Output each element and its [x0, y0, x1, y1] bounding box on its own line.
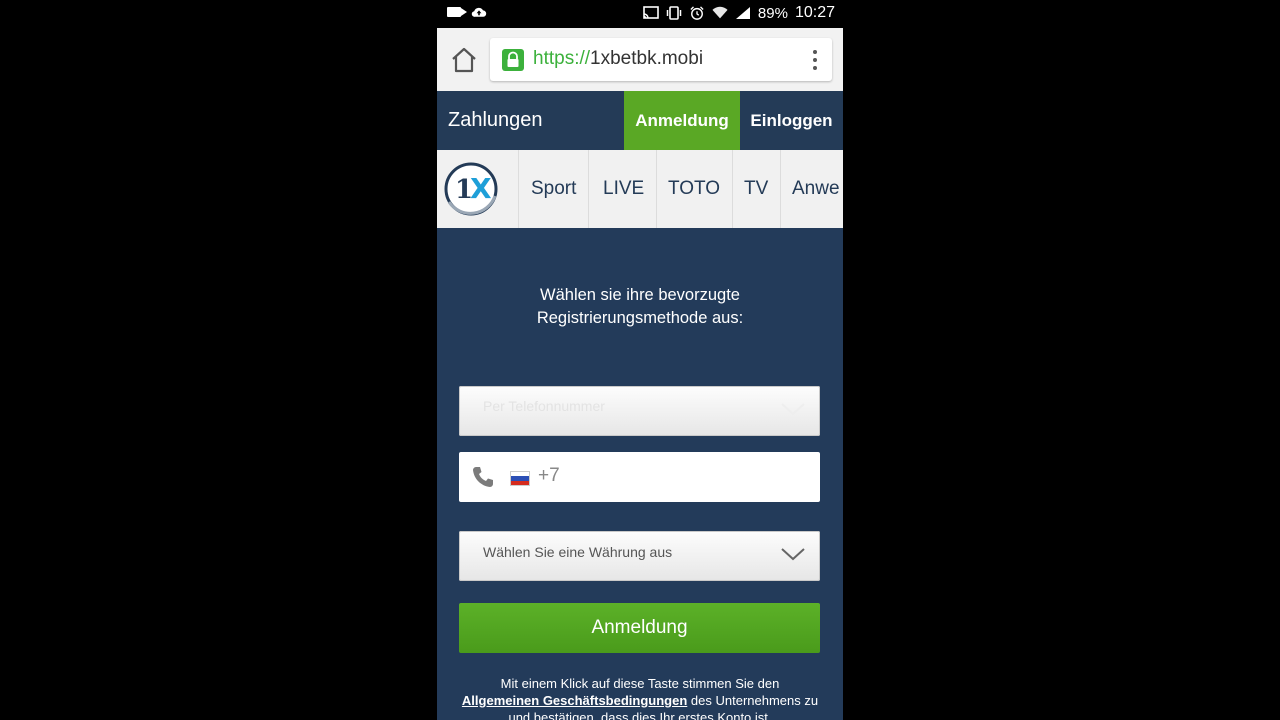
nav-payments-link[interactable]: Zahlungen [448, 109, 543, 132]
currency-select-label: Wählen Sie eine Währung aus [483, 544, 673, 560]
overflow-menu-icon[interactable] [812, 50, 818, 70]
video-camera-icon [447, 7, 467, 17]
battery-level: 89% [757, 4, 788, 22]
vibrate-icon [666, 6, 682, 20]
cloud-upload-icon [471, 7, 487, 17]
register-submit-button[interactable]: Anmeldung [459, 603, 820, 653]
terms-link[interactable]: Allgemeinen Geschäftsbedingungen [462, 693, 687, 708]
registration-headline: Wählen sie ihre bevorzugte Registrierung… [536, 286, 744, 327]
nav-item-tv[interactable]: TV [732, 150, 782, 228]
browser-toolbar: https://1xbetbk.mobi [437, 28, 843, 91]
nav-item-sport[interactable]: Sport [519, 150, 590, 228]
method-select-label: Per Telefonnummer [483, 398, 605, 414]
cast-icon [643, 6, 659, 19]
chevron-down-icon [781, 403, 805, 416]
clock: 10:27 [794, 4, 835, 21]
russia-flag-icon[interactable] [510, 471, 530, 486]
nav-item-live[interactable]: LIVE [591, 150, 658, 228]
site-logo[interactable]: 1 X [437, 150, 519, 228]
nav-item-anwe[interactable]: Anwe [780, 150, 843, 228]
nav-item-toto[interactable]: TOTO [656, 150, 734, 228]
phone-country-code: +7 [538, 465, 560, 486]
category-nav: 1 X Sport LIVE TOTO TV Anwe [437, 150, 843, 228]
lock-icon [502, 49, 524, 71]
nav-register-button[interactable]: Anmeldung [624, 91, 740, 150]
url-text: https://1xbetbk.mobi [533, 48, 704, 69]
status-bar: 89% 10:27 [437, 0, 843, 28]
home-icon[interactable] [449, 46, 479, 74]
wifi-icon [712, 6, 728, 19]
chevron-down-icon [781, 548, 805, 561]
alarm-icon [690, 6, 704, 20]
signal-icon [735, 7, 750, 19]
phone-number-input[interactable]: +7 [459, 452, 820, 502]
site-header: Zahlungen Anmeldung Einloggen [437, 91, 843, 150]
currency-select[interactable]: Wählen Sie eine Währung aus [459, 531, 820, 581]
phone-icon [473, 467, 493, 487]
svg-text:X: X [470, 172, 492, 205]
phone-screen: 89% 10:27 https://1xbetbk.mobi Zahlungen… [437, 0, 843, 720]
nav-login-button[interactable]: Einloggen [740, 91, 843, 150]
terms-notice: Mit einem Klick auf diese Taste stimmen … [461, 676, 819, 720]
registration-panel: Wählen sie ihre bevorzugte Registrierung… [437, 228, 843, 720]
registration-method-select[interactable]: Per Telefonnummer [459, 386, 820, 436]
address-bar[interactable]: https://1xbetbk.mobi [490, 38, 832, 81]
